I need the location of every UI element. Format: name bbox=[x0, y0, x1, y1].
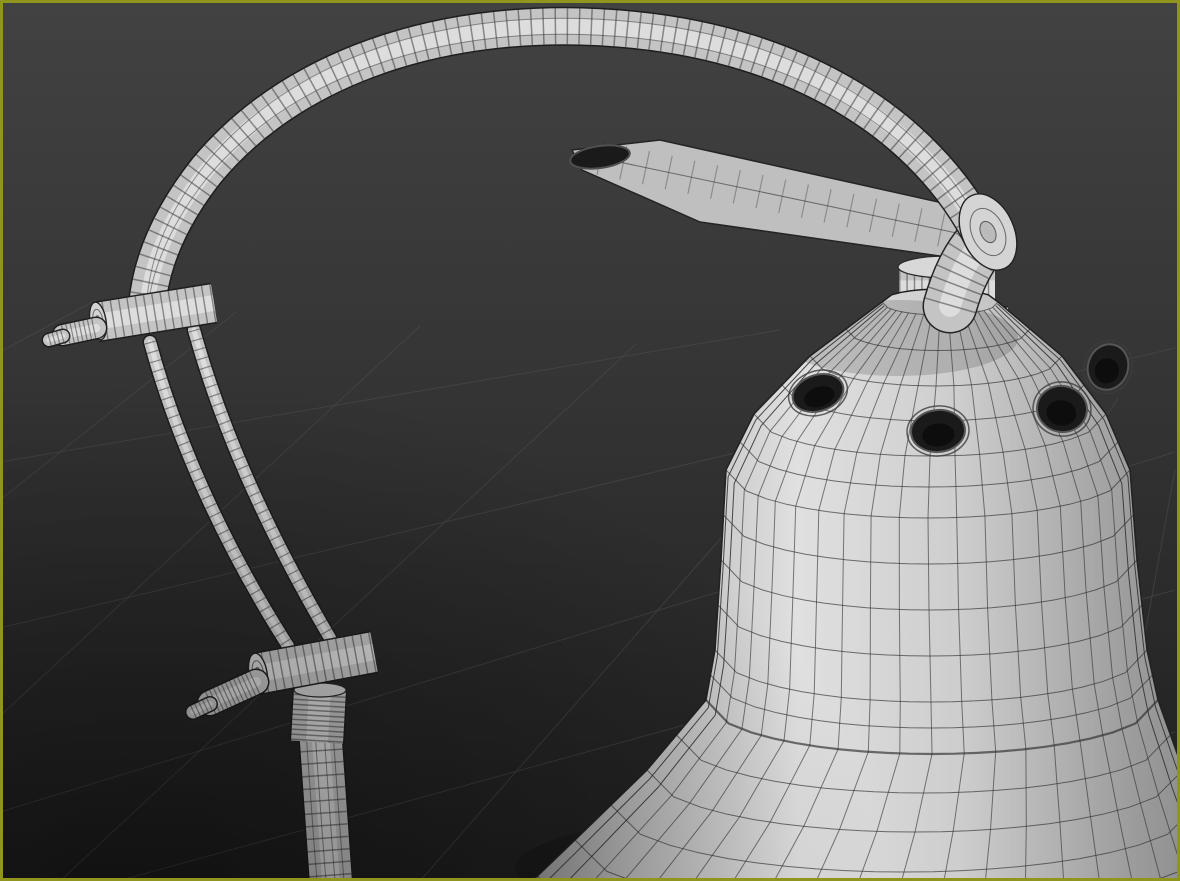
viewport[interactable] bbox=[0, 0, 1180, 881]
viewport-canvas[interactable] bbox=[0, 0, 1180, 881]
